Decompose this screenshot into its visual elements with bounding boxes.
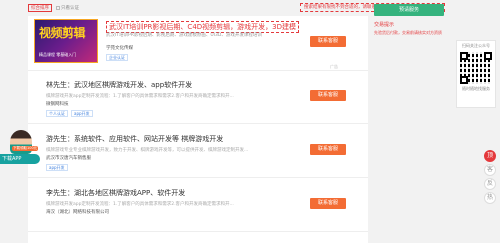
app-download-promo[interactable]: 下载领取100元 下载APP [0,130,42,166]
item-tags: app开发 [46,164,68,171]
ad-listing[interactable]: 视频剪辑 精品课程 零基础入门 武汉IT培训PR影视后期、C4D视频剪辑，游戏开… [28,16,368,71]
item-tag: app开发 [71,110,93,117]
back-to-top-icon[interactable]: 顶 [484,150,496,162]
item-title[interactable]: 林先生：武汉地区棋牌游戏开发、app软件开发 [46,80,192,90]
request-service-button[interactable]: 预请服务 [374,4,444,16]
list-item[interactable]: 林先生：武汉地区棋牌游戏开发、app软件开发 棋牌游戏开发app定制开发流程：1… [28,72,368,124]
page: 综合排序 只看认证 搜索结果有限找不到合适的，请联系400平台沟通 视频剪辑 精… [0,0,500,243]
ad-thumb-subtitle: 精品课程 零基础入门 [39,52,77,57]
list-item[interactable]: 游先生：系统软件、应用软件、网站开发等 棋牌游戏开发 棋牌游戏专业专业棋牌游戏开… [28,126,368,178]
item-tag: app开发 [46,164,68,171]
contact-button[interactable]: 联系客服 [310,90,346,101]
item-company[interactable]: 微钢网科技 [46,101,69,107]
trade-tip-title: 交易提示 [374,22,395,28]
qr-footer: 随时随地找服务 [462,86,490,91]
ad-title[interactable]: 武汉IT培训PR影视后期、C4D视频剪辑，游戏开发，3D建模 [106,21,299,33]
contact-button[interactable]: 联系客服 [310,36,346,47]
ad-description: 武汉IT培训PR影视后期、影视后期、游戏建模原画、UI3D、游戏开发课程培训 [106,33,262,38]
ad-tags: 企业认证 [106,54,128,61]
ad-company[interactable]: 学苑文化传媒 [106,45,133,51]
results-list: 视频剪辑 精品课程 零基础入门 武汉IT培训PR影视后期、C4D视频剪辑，游戏开… [28,16,368,243]
trade-tip-text: 先验货后付款，交易前请核实对方资质 [374,30,442,35]
contact-button[interactable]: 联系客服 [310,144,346,155]
item-company[interactable]: 海汉（湖北）网络科技有限公司 [46,209,109,215]
checkbox-label: 只看认证 [61,6,79,11]
item-title[interactable]: 李先生：湖北各地区棋牌游戏APP、软件开发 [46,188,185,198]
promo-badge: 下载领取100元 [12,146,39,151]
item-description: 棋牌游戏开发app定制开发流程：1.了解客户的具体需求和需求2.客户和开发商确定… [46,202,234,207]
qr-caption: 扫码关注公众号 [462,43,490,48]
feedback-icon[interactable]: 反 [484,178,496,190]
verified-only-checkbox[interactable]: 只看认证 [56,5,79,11]
item-description: 棋牌游戏专业专业棋牌游戏开发，致力于开发、棋牌游戏开发等，可以提供开发、棋牌游戏… [46,148,249,153]
qr-panel: 扫码关注公众号 随时随地找服务 [456,40,496,108]
item-tags: 个人认证 app开发 [46,110,93,117]
checkbox-icon [56,6,60,10]
item-company[interactable]: 武汉市汉唐汽车销售服 [46,155,91,161]
ad-tag-verified: 企业认证 [106,54,128,61]
customer-service-icon[interactable]: 客 [484,164,496,176]
list-item[interactable]: 李先生：湖北各地区棋牌游戏APP、软件开发 棋牌游戏开发app定制开发流程：1.… [28,180,368,232]
item-tag: 个人认证 [46,110,68,117]
trade-tip: 交易提示 先验货后付款，交易前请核实对方资质 [374,21,454,36]
ad-label: 广告 [330,64,338,69]
filter-bar: 综合排序 只看认证 [28,2,308,14]
ad-thumbnail[interactable]: 视频剪辑 精品课程 零基础入门 [34,19,98,63]
download-app-button[interactable]: 下载APP [0,154,40,164]
item-title[interactable]: 游先生：系统软件、应用软件、网站开发等 棋牌游戏开发 [46,134,223,144]
item-description: 棋牌游戏开发app定制开发流程：1.了解客户的具体需求和需求2.客户和开发商确定… [46,94,234,99]
sort-dropdown[interactable]: 综合排序 [28,4,52,12]
side-toolbar: 顶 客 反 热 [484,150,498,206]
ad-thumb-title: 视频剪辑 [39,26,86,40]
hotline-icon[interactable]: 热 [484,192,496,204]
contact-button[interactable]: 联系客服 [310,198,346,209]
qr-code-icon [460,52,492,84]
